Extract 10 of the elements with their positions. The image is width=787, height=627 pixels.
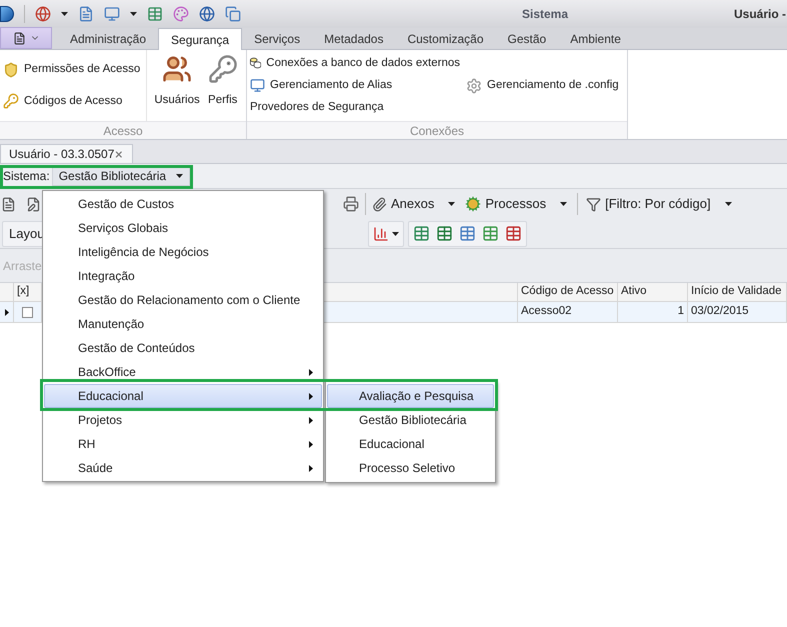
user-label: Usuário -	[734, 6, 786, 23]
table-cell-text: 1	[678, 304, 684, 320]
table-cell-text: Acesso02	[521, 304, 572, 320]
document-tab-title: Usuário - 03.3.0507	[9, 146, 114, 163]
group-label: Conexões	[247, 121, 627, 139]
group-label: Acesso	[0, 121, 246, 139]
table-cell-text: 03/02/2015	[691, 304, 749, 320]
group-by-hint: Arraste	[3, 258, 42, 274]
window-title: Sistema	[520, 6, 570, 23]
system-label: Sistema:	[3, 168, 50, 185]
